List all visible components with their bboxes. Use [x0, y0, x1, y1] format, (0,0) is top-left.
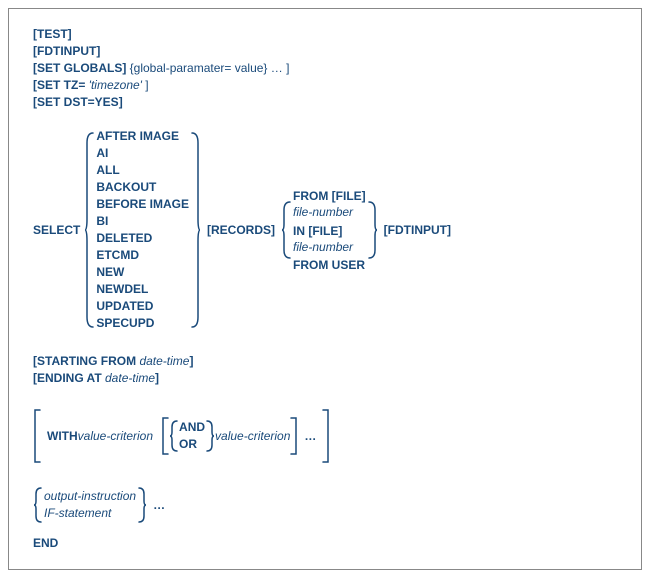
- from-user: FROM USER: [293, 258, 366, 273]
- with-vc1: value-criterion: [78, 429, 153, 444]
- brace-left-icon: [169, 419, 178, 453]
- bracket-left-icon: [33, 408, 41, 464]
- opt-all: ALL: [96, 163, 189, 178]
- brace-right-icon: [368, 200, 378, 260]
- opt-etcmd: ETCMD: [96, 248, 189, 263]
- in-file-label: IN [FILE]: [293, 224, 366, 239]
- brace-left-icon: [281, 200, 291, 260]
- output-items: output-instruction IF-statement: [42, 488, 138, 522]
- set-tz-line: [SET TZ= 'timezone' ]: [33, 78, 621, 93]
- opt-bi: BI: [96, 214, 189, 229]
- starting-close: ]: [189, 354, 193, 368]
- from-file: FROM [FILE] file-number: [293, 188, 366, 221]
- brace-right-icon: [138, 486, 147, 524]
- with-label: WITH: [47, 429, 78, 444]
- set-tz-label: [SET TZ=: [33, 78, 85, 92]
- opt-newdel: NEWDEL: [96, 282, 189, 297]
- brace-left-icon: [33, 486, 42, 524]
- top-lines: [TEST] [FDTINPUT] [SET GLOBALS] {global-…: [33, 27, 621, 110]
- opt-updated: UPDATED: [96, 299, 189, 314]
- output-clause: output-instruction IF-statement …: [33, 486, 621, 524]
- opt-backout: BACKOUT: [96, 180, 189, 195]
- select-options: AFTER IMAGE AI ALL BACKOUT BEFORE IMAGE …: [94, 128, 191, 332]
- select-options-group: AFTER IMAGE AI ALL BACKOUT BEFORE IMAGE …: [84, 128, 201, 332]
- set-globals-rest: {global-paramater= value} … ]: [126, 61, 289, 75]
- opt-specupd: SPECUPD: [96, 316, 189, 331]
- opt-new: NEW: [96, 265, 189, 280]
- set-globals-label: [SET GLOBALS]: [33, 61, 126, 75]
- opt-ai: AI: [96, 146, 189, 161]
- from-options: FROM [FILE] file-number IN [FILE] file-n…: [291, 187, 368, 274]
- fdtinput-line: [FDTINPUT]: [33, 44, 621, 59]
- starting-from-line: [STARTING FROM date-time]: [33, 354, 621, 369]
- opt-after-image: AFTER IMAGE: [96, 129, 189, 144]
- ending-close: ]: [155, 371, 159, 385]
- brace-right-icon: [206, 419, 215, 453]
- records-keyword: [RECORDS]: [207, 223, 275, 238]
- bracket-right-icon: [322, 408, 330, 464]
- from-file-label: FROM [FILE]: [293, 189, 366, 204]
- with-ellipsis: …: [304, 429, 316, 444]
- syntax-diagram: [TEST] [FDTINPUT] [SET GLOBALS] {global-…: [8, 8, 642, 570]
- output-ellipsis: …: [153, 498, 165, 513]
- fdtinput-right: [FDTINPUT]: [384, 223, 451, 238]
- andor-group: AND OR: [169, 419, 215, 453]
- bracket-left-icon: [161, 416, 169, 456]
- in-file: IN [FILE] file-number: [293, 223, 366, 256]
- and-opt: AND: [179, 420, 205, 435]
- if-statement: IF-statement: [44, 506, 136, 521]
- end-keyword: END: [33, 536, 621, 551]
- or-opt: OR: [179, 437, 205, 452]
- ending-label: [ENDING AT: [33, 371, 102, 385]
- brace-right-icon: [191, 131, 201, 329]
- set-tz-val: 'timezone': [85, 78, 142, 92]
- select-keyword: SELECT: [33, 223, 80, 238]
- output-instruction: output-instruction: [44, 489, 136, 504]
- bracket-right-icon: [290, 416, 298, 456]
- ending-at-line: [ENDING AT date-time]: [33, 371, 621, 386]
- with-clause: WITH value-criterion AND OR value-criter…: [33, 408, 621, 464]
- set-tz-close: ]: [142, 78, 149, 92]
- starting-label: [STARTING FROM: [33, 354, 136, 368]
- ending-val: date-time: [102, 371, 155, 385]
- brace-left-icon: [84, 131, 94, 329]
- from-file-val: file-number: [293, 205, 366, 220]
- with-vc2: value-criterion: [215, 429, 290, 444]
- starting-val: date-time: [136, 354, 189, 368]
- opt-before-image: BEFORE IMAGE: [96, 197, 189, 212]
- from-group: FROM [FILE] file-number IN [FILE] file-n…: [281, 187, 378, 274]
- test-line: [TEST]: [33, 27, 621, 42]
- select-row: SELECT AFTER IMAGE AI ALL BACKOUT BEFORE…: [33, 128, 621, 332]
- set-globals-line: [SET GLOBALS] {global-paramater= value} …: [33, 61, 621, 76]
- andor-items: AND OR: [178, 419, 206, 453]
- in-file-val: file-number: [293, 240, 366, 255]
- set-dst-line: [SET DST=YES]: [33, 95, 621, 110]
- opt-deleted: DELETED: [96, 231, 189, 246]
